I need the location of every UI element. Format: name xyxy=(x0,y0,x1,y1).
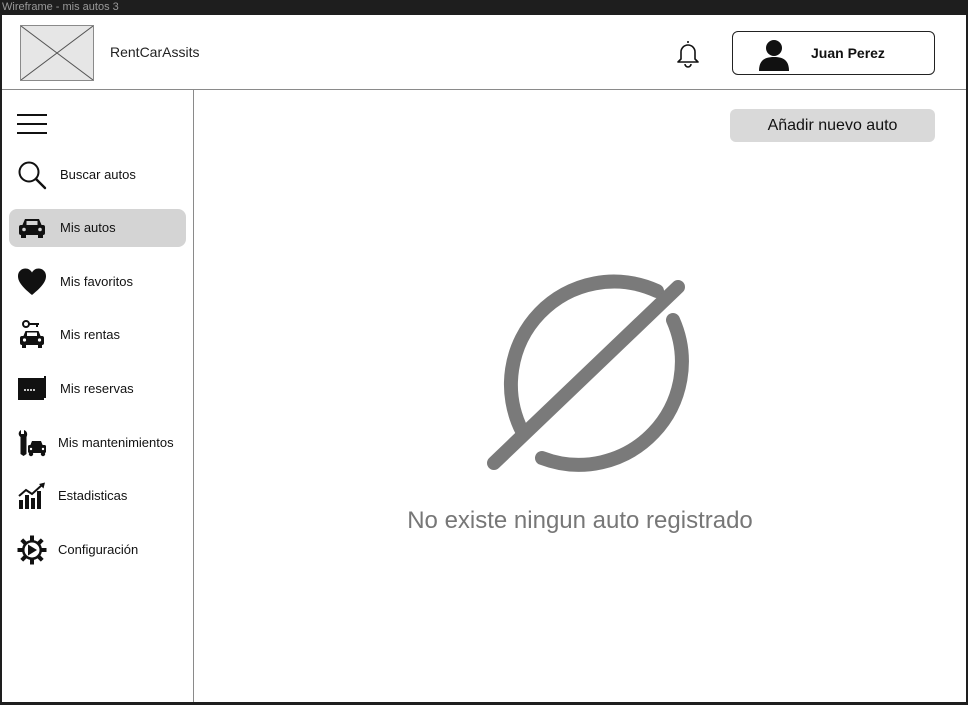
sidebar: Buscar autos Mis autos Mis favoritos Mis… xyxy=(2,90,194,702)
app-name: RentCarAssits xyxy=(110,44,200,60)
wrench-car-icon xyxy=(18,430,46,457)
user-name: Juan Perez xyxy=(811,45,885,61)
car-icon xyxy=(19,219,45,238)
stats-chart-icon xyxy=(18,482,45,509)
sidebar-item-label: Configuración xyxy=(58,542,139,557)
reservation-card-icon xyxy=(18,376,46,400)
main-content: Añadir nuevo auto No existe ningun auto … xyxy=(194,90,966,702)
sidebar-item-label: Mis reservas xyxy=(60,381,134,396)
logo-placeholder-icon xyxy=(20,25,94,81)
empty-set-icon xyxy=(487,274,689,472)
car-key-icon xyxy=(20,320,44,348)
heart-icon xyxy=(18,268,46,295)
top-header: RentCarAssits Juan Perez xyxy=(2,15,966,90)
app-frame: RentCarAssits Juan Perez Buscar autos Mi… xyxy=(2,15,966,702)
sidebar-item-label: Mis mantenimientos xyxy=(58,435,174,450)
window-title: Wireframe - mis autos 3 xyxy=(0,0,968,15)
sidebar-item-label: Buscar autos xyxy=(60,167,136,182)
sidebar-item-mis-rentas[interactable]: Mis rentas xyxy=(9,316,186,354)
sidebar-item-label: Mis autos xyxy=(60,220,116,235)
sidebar-item-label: Mis favoritos xyxy=(60,274,133,289)
hamburger-menu-icon[interactable] xyxy=(17,114,47,136)
sidebar-item-estadisticas[interactable]: Estadisticas xyxy=(9,477,186,515)
sidebar-item-mis-mantenimientos[interactable]: Mis mantenimientos xyxy=(9,424,186,462)
notifications-bell-icon[interactable] xyxy=(672,38,704,70)
search-icon xyxy=(18,161,47,190)
empty-state-message: No existe ningun auto registrado xyxy=(407,507,753,534)
add-new-car-button[interactable]: Añadir nuevo auto xyxy=(730,109,935,142)
sidebar-item-label: Mis rentas xyxy=(60,327,120,342)
gear-icon xyxy=(17,535,47,565)
sidebar-item-mis-reservas[interactable]: Mis reservas xyxy=(9,370,186,408)
sidebar-item-buscar-autos[interactable]: Buscar autos xyxy=(9,156,186,194)
sidebar-item-mis-autos[interactable]: Mis autos xyxy=(9,209,186,247)
sidebar-item-mis-favoritos[interactable]: Mis favoritos xyxy=(9,263,186,301)
user-avatar-icon xyxy=(759,40,789,71)
user-profile-button[interactable]: Juan Perez xyxy=(732,31,935,75)
sidebar-item-configuracion[interactable]: Configuración xyxy=(9,531,186,569)
sidebar-item-label: Estadisticas xyxy=(58,488,128,503)
